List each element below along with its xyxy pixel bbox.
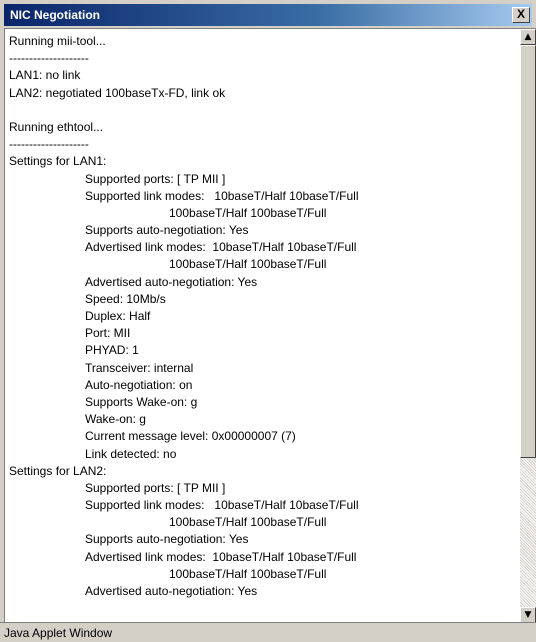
output-text-area[interactable]: Running mii-tool... -------------------- L… <box>4 28 536 622</box>
output-line: Port: MII <box>85 326 131 341</box>
output-line: Supported ports: [ TP MII ] <box>85 480 226 495</box>
vertical-scrollbar[interactable]: ▲ ▼ <box>520 29 536 622</box>
output-line: 100baseT/Half 100baseT/Full <box>169 257 327 272</box>
scroll-thumb[interactable] <box>520 45 536 458</box>
output-line: 100baseT/Half 100baseT/Full <box>169 515 327 530</box>
output-line: Transceiver: internal <box>85 360 194 375</box>
output-line: Advertised auto-negotiation: Yes <box>85 274 258 289</box>
output-lines: Running mii-tool... -------------------- L… <box>9 33 516 622</box>
window-title: NIC Negotiation <box>10 8 100 22</box>
output-line: Supports auto-negotiation: Yes <box>85 223 249 238</box>
scroll-up-button[interactable]: ▲ <box>520 29 536 45</box>
output-line: -------------------- <box>9 51 89 66</box>
output-line: LAN2: negotiated 100baseTx-FD, link ok <box>9 85 226 100</box>
output-line: Duplex: Half <box>85 309 151 323</box>
applet-window: NIC Negotiation X Running mii-tool... ---… <box>0 0 536 642</box>
status-bar: Java Applet Window <box>0 622 536 642</box>
title-bar[interactable]: NIC Negotiation X <box>4 4 532 26</box>
output-line: Advertised auto-negotiation: Yes <box>85 584 258 598</box>
output-line: Supported ports: [ TP MII ] <box>85 171 226 186</box>
status-text: Java Applet Window <box>4 626 113 640</box>
output-line: Settings for LAN1: <box>9 154 107 169</box>
output-line: PHYAD: 1 <box>85 343 139 358</box>
output-line: Supports auto-negotiation: Yes <box>85 532 249 547</box>
scroll-down-button[interactable]: ▼ <box>520 607 536 622</box>
output-line: Auto-negotiation: on <box>85 377 193 392</box>
arrow-down-icon: ▼ <box>524 610 532 620</box>
close-icon: X <box>516 7 525 21</box>
output-line: Link detected: no <box>85 446 177 461</box>
close-button[interactable]: X <box>512 7 530 23</box>
output-line: 100baseT/Half 100baseT/Full <box>169 566 327 581</box>
output-line: Current message level: 0x00000007 (7) <box>85 429 296 444</box>
output-line: Advertised link modes: 10baseT/Half 10ba… <box>85 549 357 564</box>
output-line: Speed: 10Mb/s <box>85 291 166 306</box>
output-line: Supported link modes: 10baseT/Half 10bas… <box>85 188 359 203</box>
scroll-track[interactable] <box>520 458 536 607</box>
output-line: Supports Wake-on: g <box>85 394 198 409</box>
output-line: Running ethtool... <box>9 119 104 134</box>
arrow-up-icon: ▲ <box>524 32 532 42</box>
output-line: Advertised link modes: 10baseT/Half 10ba… <box>85 240 357 255</box>
output-line: LAN1: no link <box>9 68 81 83</box>
output-line: Supported link modes: 10baseT/Half 10bas… <box>85 498 359 513</box>
output-line: Wake-on: g <box>85 412 146 427</box>
output-line: Running mii-tool... <box>9 34 106 48</box>
output-line: 100baseT/Half 100baseT/Full <box>169 205 327 220</box>
output-line: -------------------- <box>9 137 89 152</box>
output-line: Settings for LAN2: <box>9 463 107 478</box>
